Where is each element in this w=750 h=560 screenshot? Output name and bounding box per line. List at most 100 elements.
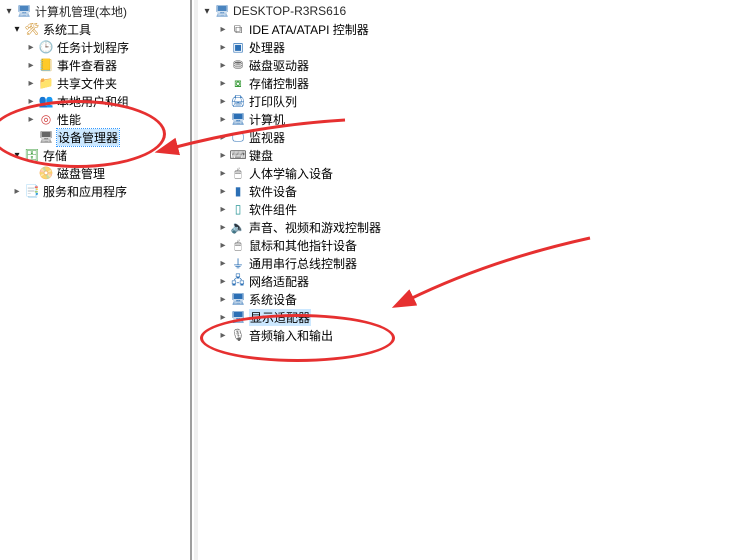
chevron-right-icon[interactable]: ▸ [216,222,230,233]
chevron-right-icon[interactable]: ▸ [216,276,230,287]
device-item-label: 处理器 [249,39,285,56]
tree-device-manager[interactable]: 🖥 设备管理器 [2,128,190,146]
printer-icon: 🖨 [230,93,246,109]
storage-icon: 🗄 [24,147,40,163]
tree-label: 性能 [57,111,81,128]
device-manager-icon: 🖥 [38,129,54,145]
chevron-right-icon[interactable]: ▸ [216,186,230,197]
chevron-right-icon[interactable]: ▸ [24,78,38,89]
tree-performance[interactable]: ▸ ◎ 性能 [2,110,190,128]
device-item-usb[interactable]: ▸⏚通用串行总线控制器 [200,254,750,272]
chevron-right-icon[interactable]: ▸ [24,114,38,125]
device-root-label: DESKTOP-R3RS616 [233,4,346,18]
device-item-label: 声音、视频和游戏控制器 [249,219,381,236]
computer-icon: 🖥 [214,3,230,19]
tree-label: 事件查看器 [57,57,117,74]
device-item-label: 软件设备 [249,183,297,200]
chevron-right-icon[interactable]: ▸ [216,294,230,305]
disk-icon: ⛃ [230,57,246,73]
tree-label: 系统工具 [43,21,91,38]
mouse-icon: 🖱 [230,237,246,253]
audio-icon: 🎙 [230,327,246,343]
chevron-right-icon[interactable]: ▸ [216,150,230,161]
monitor-icon: 🖵 [230,129,246,145]
chevron-down-icon[interactable]: ▾ [200,6,214,17]
device-item-keyboard[interactable]: ▸⌨键盘 [200,146,750,164]
device-item-disk-drive[interactable]: ▸⛃磁盘驱动器 [200,56,750,74]
tree-task-scheduler[interactable]: ▸ 🕒 任务计划程序 [2,38,190,56]
device-item-ide[interactable]: ▸⧉IDE ATA/ATAPI 控制器 [200,20,750,38]
device-item-network[interactable]: ▸🖧网络适配器 [200,272,750,290]
device-item-monitor[interactable]: ▸🖵监视器 [200,128,750,146]
tree-event-viewer[interactable]: ▸ 📒 事件查看器 [2,56,190,74]
tree-system-tools[interactable]: ▾ 🛠 系统工具 [2,20,190,38]
chevron-right-icon[interactable]: ▸ [10,186,24,197]
chevron-down-icon[interactable]: ▾ [10,150,24,161]
device-item-system[interactable]: ▸🖥系统设备 [200,290,750,308]
device-item-storage-ctl[interactable]: ▸⧇存储控制器 [200,74,750,92]
device-item-print-queue[interactable]: ▸🖨打印队列 [200,92,750,110]
device-item-label: 通用串行总线控制器 [249,255,357,272]
device-item-sw-comp[interactable]: ▸▯软件组件 [200,200,750,218]
chevron-right-icon[interactable]: ▸ [216,168,230,179]
device-item-display[interactable]: ▸🖥显示适配器 [200,308,750,326]
chevron-right-icon[interactable]: ▸ [216,42,230,53]
device-item-cpu[interactable]: ▸▣处理器 [200,38,750,56]
device-item-label: 网络适配器 [249,273,309,290]
chevron-right-icon[interactable]: ▸ [24,42,38,53]
management-tree[interactable]: ▾ 🖥 计算机管理(本地) ▾ 🛠 系统工具 ▸ 🕒 任务计划程序 ▸ 📒 事件… [0,0,190,200]
device-item-label: 打印队列 [249,93,297,110]
chevron-down-icon[interactable]: ▾ [2,6,16,17]
device-item-mouse[interactable]: ▸🖱鼠标和其他指针设备 [200,236,750,254]
speaker-icon: 🔈 [230,219,246,235]
tree-root[interactable]: ▾ 🖥 计算机管理(本地) [2,2,190,20]
device-tree[interactable]: ▾ 🖥 DESKTOP-R3RS616 ▸⧉IDE ATA/ATAPI 控制器▸… [198,0,750,344]
tree-local-users[interactable]: ▸ 👥 本地用户和组 [2,92,190,110]
clock-icon: 🕒 [38,39,54,55]
tree-label: 存储 [43,147,67,164]
device-root[interactable]: ▾ 🖥 DESKTOP-R3RS616 [200,2,750,20]
chevron-right-icon[interactable]: ▸ [216,240,230,251]
tree-label: 本地用户和组 [57,93,129,110]
tree-storage[interactable]: ▾ 🗄 存储 [2,146,190,164]
hid-icon: 🖱 [230,165,246,181]
chevron-right-icon[interactable]: ▸ [216,312,230,323]
performance-icon: ◎ [38,111,54,127]
chevron-right-icon[interactable]: ▸ [216,114,230,125]
chevron-right-icon[interactable]: ▸ [216,330,230,341]
device-item-hid[interactable]: ▸🖱人体学输入设备 [200,164,750,182]
disk-management-icon: 📀 [38,165,54,181]
tree-services-apps[interactable]: ▸ 📑 服务和应用程序 [2,182,190,200]
left-panel: ▾ 🖥 计算机管理(本地) ▾ 🛠 系统工具 ▸ 🕒 任务计划程序 ▸ 📒 事件… [0,0,192,560]
chevron-right-icon[interactable]: ▸ [216,258,230,269]
tree-disk-management[interactable]: 📀 磁盘管理 [2,164,190,182]
device-item-label: 音频输入和输出 [249,327,333,344]
right-panel: ▾ 🖥 DESKTOP-R3RS616 ▸⧉IDE ATA/ATAPI 控制器▸… [198,0,750,560]
chevron-right-icon[interactable]: ▸ [216,204,230,215]
device-item-sound[interactable]: ▸🔈声音、视频和游戏控制器 [200,218,750,236]
device-item-label: 键盘 [249,147,273,164]
chevron-right-icon[interactable]: ▸ [24,96,38,107]
device-item-sw-dev[interactable]: ▸▮软件设备 [200,182,750,200]
chevron-right-icon[interactable]: ▸ [216,132,230,143]
device-item-audio-io[interactable]: ▸🎙音频输入和输出 [200,326,750,344]
cpu-icon: ▣ [230,39,246,55]
device-item-label: 监视器 [249,129,285,146]
tree-shared-folders[interactable]: ▸ 📁 共享文件夹 [2,74,190,92]
chevron-right-icon[interactable]: ▸ [24,60,38,71]
storage-icon: ⧇ [230,75,246,91]
device-item-label: 鼠标和其他指针设备 [249,237,357,254]
chevron-right-icon[interactable]: ▸ [216,24,230,35]
tree-label: 共享文件夹 [57,75,117,92]
device-item-label: IDE ATA/ATAPI 控制器 [249,21,369,38]
chevron-down-icon[interactable]: ▾ [10,24,24,35]
computer-icon: 🖥 [230,111,246,127]
device-item-label: 人体学输入设备 [249,165,333,182]
chevron-right-icon[interactable]: ▸ [216,96,230,107]
chevron-right-icon[interactable]: ▸ [216,78,230,89]
tree-label: 设备管理器 [57,129,119,146]
users-icon: 👥 [38,93,54,109]
chevron-right-icon[interactable]: ▸ [216,60,230,71]
device-item-computer[interactable]: ▸🖥计算机 [200,110,750,128]
shared-folder-icon: 📁 [38,75,54,91]
